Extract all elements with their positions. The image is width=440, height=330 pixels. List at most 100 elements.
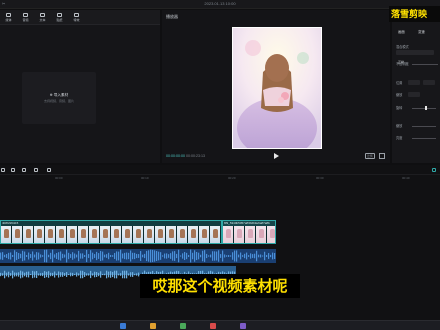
rotate-slider-knob[interactable] — [425, 106, 427, 110]
waveform-bar — [0, 272, 2, 277]
waveform-bar — [254, 253, 256, 259]
waveform-bar — [218, 250, 220, 262]
taskbar-app-icon[interactable] — [240, 323, 246, 329]
subtitle-text: 哎那这个视频素材呢 — [152, 277, 288, 295]
waveform-bar — [124, 270, 126, 279]
split-icon[interactable] — [34, 168, 38, 172]
ratio-button[interactable]: 比例 — [365, 153, 375, 159]
waveform-bar — [36, 252, 38, 260]
clip-thumbnail — [45, 226, 56, 243]
waveform-bar — [116, 251, 118, 261]
taskbar-app-icon[interactable] — [120, 323, 126, 329]
blend-mode-select[interactable]: 正常 — [396, 50, 434, 64]
waveform-bar — [142, 254, 144, 258]
waveform-bar — [76, 254, 78, 258]
tab-media[interactable]: 媒体 — [0, 10, 17, 25]
scale-field[interactable] — [408, 92, 420, 97]
undo-icon[interactable] — [11, 168, 15, 172]
select-icon[interactable] — [1, 168, 5, 172]
clip-thumbnail — [78, 226, 89, 243]
waveform-bar — [12, 270, 14, 279]
tab-effects[interactable]: 特效 — [68, 10, 85, 25]
text-icon — [40, 13, 45, 17]
waveform-bar — [238, 254, 240, 258]
waveform-bar — [46, 249, 48, 263]
video-clip-a[interactable]: 4bf8c9f4115 — [0, 220, 222, 244]
import-media-box[interactable]: ⊕ 导入素材 支持视频、音频、图片 — [22, 72, 96, 124]
brightness-slider[interactable] — [412, 138, 436, 139]
waveform-bar — [220, 254, 222, 258]
waveform-bar — [162, 255, 164, 257]
waveform-bar — [52, 249, 54, 263]
waveform-bar — [166, 253, 168, 259]
ruler-label: 00:20 — [228, 176, 236, 180]
taskbar-app-icon[interactable] — [210, 323, 216, 329]
waveform-bar — [270, 254, 272, 258]
delete-icon[interactable] — [47, 168, 51, 172]
waveform-bar — [258, 254, 260, 258]
waveform-bar — [118, 273, 120, 276]
clip-thumbnail — [166, 226, 177, 243]
waveform-bar — [180, 255, 182, 257]
os-taskbar — [0, 320, 440, 330]
opacity-slider[interactable] — [412, 64, 438, 65]
waveform-bar — [124, 252, 126, 260]
waveform-bar — [42, 272, 44, 277]
waveform-bar — [40, 273, 42, 276]
waveform-bar — [132, 252, 134, 260]
clip-thumbnail — [188, 226, 199, 243]
waveform-bar — [214, 251, 216, 261]
tab-picture[interactable]: 画面 — [398, 29, 405, 34]
scale2-label: 缩放 — [396, 124, 403, 128]
video-preview[interactable] — [232, 27, 322, 149]
player-controls: 00:00:00:00 00:00:23:13 比例 — [162, 150, 390, 163]
waveform-bar — [168, 254, 170, 258]
fullscreen-icon[interactable] — [379, 153, 385, 159]
waveform-bar — [114, 253, 116, 259]
tab-speed[interactable]: 变速 — [418, 29, 425, 34]
waveform-bar — [16, 251, 18, 261]
snap-toggle-icon[interactable] — [432, 168, 436, 172]
waveform-bar — [164, 253, 166, 259]
rotate-slider[interactable] — [412, 108, 436, 109]
audio-waveform — [0, 249, 276, 263]
waveform-bar — [60, 251, 62, 261]
taskbar-app-icon[interactable] — [180, 323, 186, 329]
import-button[interactable]: ⊕ 导入素材 — [22, 93, 96, 98]
taskbar-app-icon[interactable] — [150, 323, 156, 329]
waveform-bar — [34, 271, 36, 278]
waveform-bar — [126, 252, 128, 260]
clip-thumbnail — [1, 226, 12, 243]
waveform-bar — [72, 252, 74, 260]
audio-track[interactable] — [0, 249, 276, 263]
position-y-field[interactable] — [423, 80, 435, 85]
tab-text[interactable]: 文本 — [34, 10, 51, 25]
waveform-bar — [256, 250, 258, 262]
waveform-bar — [62, 272, 64, 277]
waveform-bar — [242, 255, 244, 257]
position-x-field[interactable] — [408, 80, 420, 85]
clip-thumbnail — [89, 226, 100, 243]
clip-thumbnail — [144, 226, 155, 243]
waveform-bar — [24, 251, 26, 261]
tab-audio[interactable]: 音频 — [17, 10, 34, 25]
waveform-bar — [156, 251, 158, 261]
play-button[interactable] — [274, 153, 279, 159]
clip-b-label: 8f9_5340b5057aff3b6b9e6aff7a8b — [224, 221, 270, 225]
waveform-bar — [82, 253, 84, 259]
waveform-bar — [222, 250, 224, 262]
waveform-bar — [88, 273, 90, 276]
scale-slider[interactable] — [412, 126, 436, 127]
waveform-bar — [26, 271, 28, 278]
waveform-bar — [246, 252, 248, 260]
video-clip-b[interactable]: 8f9_5340b5057aff3b6b9e6aff7a8b — [222, 220, 276, 244]
clip-thumbnail — [12, 226, 23, 243]
waveform-bar — [12, 255, 14, 257]
clip-thumbnail — [67, 226, 78, 243]
redo-icon[interactable] — [22, 168, 26, 172]
waveform-bar — [32, 251, 34, 261]
waveform-bar — [32, 270, 34, 279]
inspector-panel: 画面 变速 混合模式 正常 不透明度 位置 缩放 旋转 缩放 亮度 — [392, 10, 440, 163]
time-ruler[interactable]: 00:00 00:10 00:20 00:30 00:40 — [0, 175, 440, 182]
tab-sticker[interactable]: 贴纸 — [51, 10, 68, 25]
